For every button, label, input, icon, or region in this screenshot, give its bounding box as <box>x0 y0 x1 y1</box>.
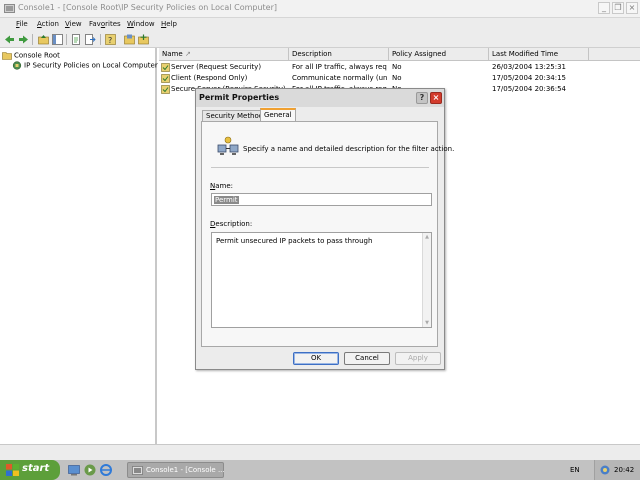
add-policy-icon[interactable] <box>138 34 149 45</box>
tree-item-label: Console Root <box>14 51 60 60</box>
mmc-console-icon <box>4 4 15 13</box>
cancel-button[interactable]: Cancel <box>344 352 390 365</box>
ip-security-policy-icon <box>12 61 22 70</box>
permit-properties-dialog: Permit Properties ? × Security Methods G… <box>195 88 454 370</box>
dialog-title: Permit Properties <box>199 93 280 102</box>
policy-icon <box>161 85 170 94</box>
taskbar: start Console1 - [Console ... EN 20:42 <box>0 460 640 480</box>
restore-button[interactable]: ❐ <box>612 2 624 14</box>
mmc-console-icon <box>132 466 143 475</box>
column-header-name[interactable]: Name ↗ <box>159 48 289 61</box>
name-field-value: Permit <box>214 196 239 204</box>
general-tab-panel: Specify a name and detailed description … <box>201 121 454 347</box>
svg-text:?: ? <box>108 36 112 45</box>
minimize-button[interactable]: _ <box>598 2 610 14</box>
show-desktop-icon[interactable] <box>68 464 80 476</box>
sort-ascending-icon: ↗ <box>185 50 191 58</box>
forward-icon[interactable] <box>18 34 29 45</box>
name-label: Name: <box>210 182 234 190</box>
cell-last-modified: 17/05/2004 20:36:54 <box>492 85 567 93</box>
system-tray: 20:42 <box>594 460 640 480</box>
column-header-description[interactable]: Description <box>289 48 389 61</box>
back-icon[interactable] <box>4 34 15 45</box>
name-field[interactable]: Permit <box>211 193 432 206</box>
toolbar: ? <box>0 31 640 48</box>
windows-logo-icon <box>6 464 19 476</box>
cell-name: Server (Request Security) <box>171 63 262 71</box>
column-header-label: Name <box>162 50 183 58</box>
list-row[interactable]: Server (Request Security) For all IP tra… <box>159 62 640 73</box>
scroll-up-icon[interactable]: ▲ <box>424 234 430 240</box>
cell-last-modified: 26/03/2004 13:25:31 <box>492 63 567 71</box>
console-tree-pane[interactable]: Console Root IP Security Policies on Loc… <box>0 48 158 444</box>
language-indicator[interactable]: EN <box>570 466 580 474</box>
policy-icon <box>161 74 170 83</box>
divider <box>211 167 429 168</box>
menu-file[interactable]: File <box>16 20 28 28</box>
status-bar <box>0 444 640 460</box>
description-field-value: Permit unsecured IP packets to pass thro… <box>216 237 373 245</box>
column-header-policy-assigned[interactable]: Policy Assigned <box>389 48 489 61</box>
description-field[interactable]: Permit unsecured IP packets to pass thro… <box>211 232 432 328</box>
start-button[interactable]: start <box>0 460 60 480</box>
folder-icon <box>2 52 12 60</box>
toolbar-separator <box>100 34 101 45</box>
dialog-help-button[interactable]: ? <box>416 92 428 104</box>
tree-item-label: IP Security Policies on Local Computer <box>24 61 158 70</box>
cell-description: For all IP traffic, always req... <box>292 63 387 71</box>
clock[interactable]: 20:42 <box>614 466 634 474</box>
menu-favorites[interactable]: Favorites <box>89 20 121 28</box>
menu-window[interactable]: Window <box>127 20 155 28</box>
manage-filters-icon[interactable] <box>124 34 135 45</box>
toolbar-separator <box>32 34 33 45</box>
policy-icon <box>161 63 170 72</box>
tree-item-console-root[interactable]: Console Root <box>2 51 60 60</box>
window-title-bar[interactable]: Console1 - [Console Root\IP Security Pol… <box>0 0 640 18</box>
menu-help[interactable]: Help <box>161 20 177 28</box>
cell-policy-assigned: No <box>392 74 402 82</box>
dialog-title-bar[interactable]: Permit Properties ? × <box>196 89 444 107</box>
windows-media-player-icon[interactable] <box>84 464 96 476</box>
cell-policy-assigned: No <box>392 63 402 71</box>
ok-button[interactable]: OK <box>293 352 339 365</box>
dialog-close-button[interactable]: × <box>430 92 442 104</box>
apply-button[interactable]: Apply <box>395 352 441 365</box>
cell-name: Client (Respond Only) <box>171 74 248 82</box>
description-label: Description: <box>210 220 253 228</box>
window-title: Console1 - [Console Root\IP Security Pol… <box>18 3 277 12</box>
scroll-down-icon[interactable]: ▼ <box>424 320 430 326</box>
cell-description: Communicate normally (uns... <box>292 74 387 82</box>
menu-view[interactable]: View <box>65 20 82 28</box>
help-icon[interactable]: ? <box>105 34 116 45</box>
export-list-icon[interactable] <box>85 34 96 45</box>
start-label: start <box>22 463 50 474</box>
tab-general[interactable]: General <box>260 108 296 121</box>
toolbar-separator <box>66 34 67 45</box>
close-button[interactable]: × <box>626 2 638 14</box>
menu-action[interactable]: Action <box>37 20 59 28</box>
internet-explorer-icon[interactable] <box>100 464 112 476</box>
network-tray-icon[interactable] <box>600 465 610 475</box>
column-header-last-modified[interactable]: Last Modified Time <box>489 48 589 61</box>
cell-last-modified: 17/05/2004 20:34:15 <box>492 74 567 82</box>
new-icon[interactable] <box>71 34 82 45</box>
taskbar-button-console1[interactable]: Console1 - [Console ... <box>127 462 225 478</box>
tree-item-ip-security-policies[interactable]: IP Security Policies on Local Computer <box>12 61 158 70</box>
list-row[interactable]: Client (Respond Only) Communicate normal… <box>159 73 640 84</box>
list-header: Name ↗ Description Policy Assigned Last M… <box>159 48 640 61</box>
filter-action-icon <box>217 136 239 155</box>
show-tree-icon[interactable] <box>52 34 63 45</box>
menu-bar: File Action View Favorites Window Help <box>0 18 640 31</box>
taskbar-button-label: Console1 - [Console ... <box>146 466 225 474</box>
intro-text: Specify a name and detailed description … <box>243 145 455 153</box>
up-folder-icon[interactable] <box>38 34 49 45</box>
description-scrollbar[interactable]: ▲ ▼ <box>422 233 431 327</box>
